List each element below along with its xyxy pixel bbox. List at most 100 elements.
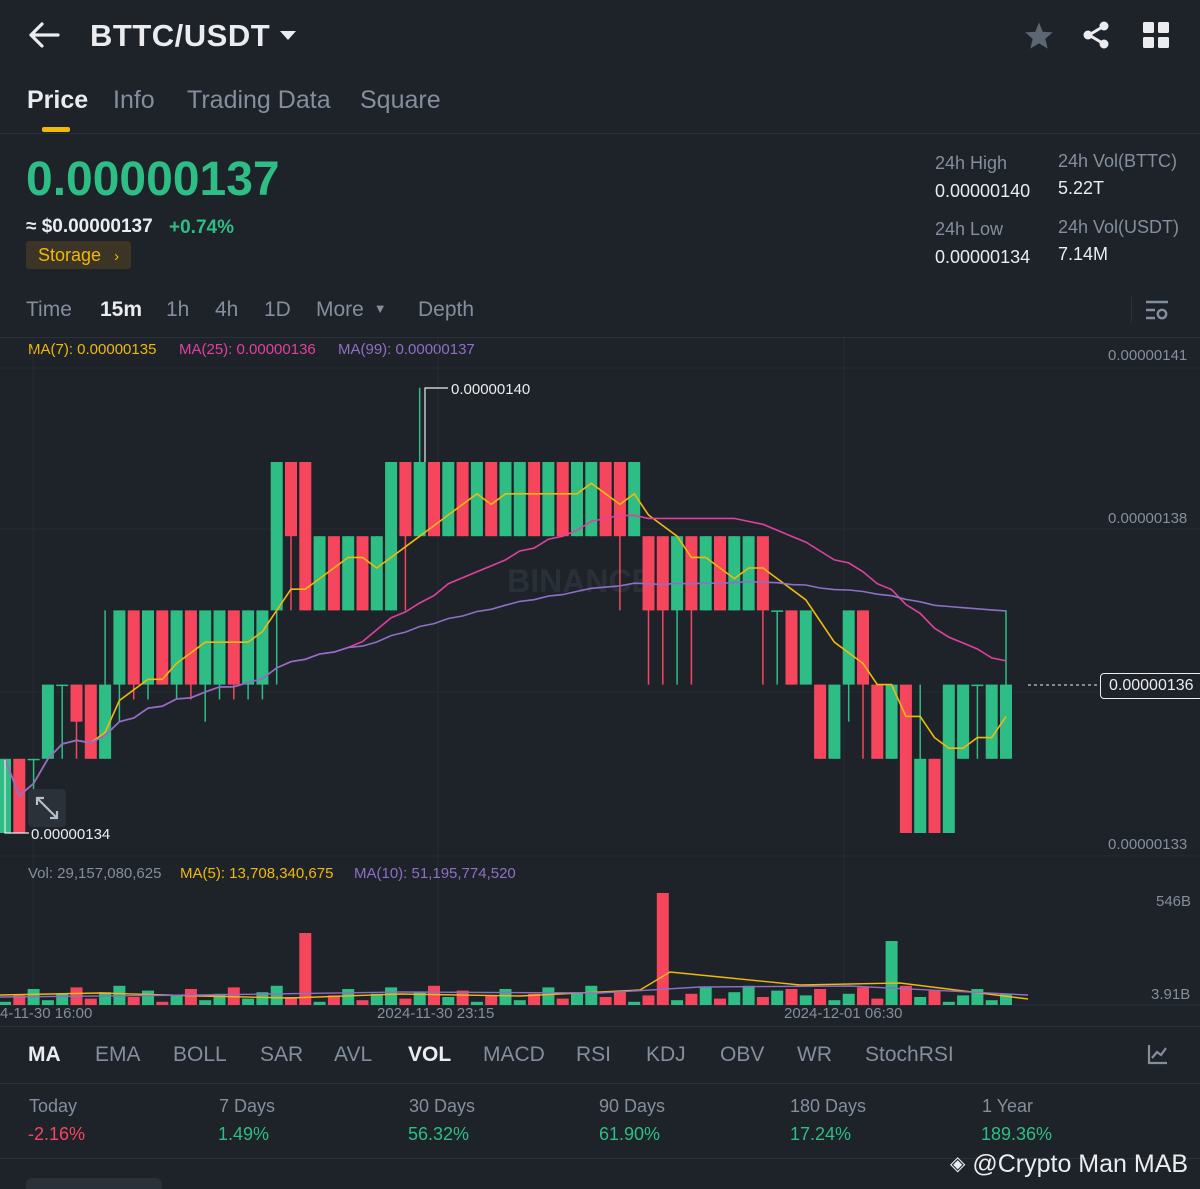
- candle-body: [842, 610, 855, 685]
- ind-ma[interactable]: MA: [28, 1043, 61, 1067]
- ind-vol[interactable]: VOL: [408, 1043, 451, 1067]
- ind-sar[interactable]: SAR: [260, 1043, 303, 1067]
- volume-bar: [571, 992, 583, 1005]
- ind-avl[interactable]: AVL: [334, 1043, 372, 1067]
- perf-today-value: -2.16%: [28, 1124, 86, 1144]
- perf-30d-value: 56.32%: [408, 1124, 470, 1144]
- tab-price[interactable]: Price: [27, 86, 88, 115]
- perf-180d-value: 17.24%: [790, 1124, 852, 1144]
- ind-boll[interactable]: BOLL: [173, 1043, 227, 1067]
- tab-info[interactable]: Info: [113, 86, 155, 115]
- candle-body: [485, 462, 498, 537]
- candle-body: [499, 462, 512, 537]
- volume-bar: [785, 989, 798, 1005]
- indicator-settings-icon[interactable]: [1147, 1043, 1169, 1065]
- candle-body: [728, 536, 741, 611]
- caret-down-icon[interactable]: [279, 30, 297, 41]
- vol-quote-label: 24h Vol(USDT): [1058, 217, 1180, 237]
- volume-bar: [656, 893, 669, 1005]
- candle-body: [313, 536, 326, 611]
- candle-body: [170, 610, 183, 685]
- volume-bar: [299, 933, 312, 1005]
- ind-ema[interactable]: EMA: [95, 1043, 141, 1067]
- candle-body: [556, 462, 569, 537]
- tab-trading-data[interactable]: Trading Data: [187, 86, 331, 115]
- volume-bar: [642, 995, 655, 1005]
- x-label-1: 4-11-30 16:00: [0, 1005, 93, 1022]
- tf-more[interactable]: More ▼: [316, 298, 387, 322]
- candle-body: [227, 610, 240, 685]
- candle-body: [799, 610, 812, 685]
- candle-body: [714, 536, 726, 611]
- volume-bar: [313, 1001, 326, 1005]
- volume-bar: [628, 1001, 641, 1005]
- vol-y-label-bottom: 3.91B: [1151, 986, 1191, 1003]
- fullscreen-button[interactable]: [28, 789, 66, 827]
- tf-15m[interactable]: 15m: [100, 298, 142, 322]
- volume-bar: [199, 1000, 212, 1005]
- chart-settings-icon[interactable]: [1145, 299, 1169, 321]
- volume-bar: [914, 997, 927, 1005]
- volume-bar: [213, 993, 226, 1005]
- perf-today-label: Today: [29, 1096, 78, 1116]
- share-icon[interactable]: [1081, 20, 1111, 50]
- candlestick-chart[interactable]: BINANCE 0.00000140 0.00000134: [0, 338, 1200, 1028]
- back-arrow-icon[interactable]: [28, 22, 60, 48]
- low-value: 0.00000134: [935, 247, 1031, 267]
- low-label: 24h Low: [935, 219, 1004, 239]
- volume-bar: [485, 995, 498, 1005]
- volume-bar: [242, 998, 255, 1005]
- vol-y-label-top: 546B: [1156, 893, 1192, 910]
- price-change: +0.74%: [169, 217, 234, 238]
- expand-icon: [35, 796, 59, 820]
- tf-4h[interactable]: 4h: [215, 298, 238, 322]
- volume-bar: [771, 990, 784, 1005]
- current-price-tag: 0.00000136: [1100, 673, 1200, 699]
- star-icon[interactable]: [1024, 21, 1054, 50]
- bottom-sheet-handle: [26, 1178, 162, 1189]
- candle-body: [571, 462, 583, 537]
- ind-wr[interactable]: WR: [797, 1043, 832, 1067]
- tf-1d[interactable]: 1D: [264, 298, 291, 322]
- ind-rsi[interactable]: RSI: [576, 1043, 611, 1067]
- candle-body: [56, 684, 69, 687]
- perf-7d-value: 1.49%: [218, 1124, 270, 1144]
- pair-title[interactable]: BTTC/USDT: [90, 18, 270, 54]
- volume-bar: [542, 987, 555, 1005]
- tf-depth[interactable]: Depth: [418, 298, 474, 322]
- ind-obv[interactable]: OBV: [720, 1043, 764, 1067]
- tf-1h[interactable]: 1h: [166, 298, 189, 322]
- indicator-top-border: [0, 1026, 1200, 1027]
- candle-body: [413, 462, 426, 537]
- ind-macd[interactable]: MACD: [483, 1043, 545, 1067]
- x-label-2: 2024-11-30 23:15: [377, 1005, 495, 1022]
- y-label-mid: 0.00000138: [1108, 510, 1188, 527]
- perf-90d-value: 61.90%: [599, 1124, 661, 1144]
- volume-bar: [742, 985, 755, 1005]
- ind-kdj[interactable]: KDJ: [646, 1043, 686, 1067]
- volume-bar: [156, 1001, 169, 1005]
- y-label-top: 0.00000141: [1108, 347, 1188, 364]
- usd-price: ≈ $0.00000137: [26, 216, 153, 237]
- category-tag-label: Storage: [38, 245, 102, 265]
- category-tag[interactable]: Storage ›: [26, 241, 132, 269]
- ind-stochrsi[interactable]: StochRSI: [865, 1043, 954, 1067]
- candle-body: [771, 610, 784, 612]
- volume-bar: [613, 990, 626, 1005]
- grid-icon[interactable]: [1143, 22, 1170, 49]
- tf-time[interactable]: Time: [26, 298, 72, 322]
- candle-body: [84, 684, 97, 759]
- vol-ma10-legend: MA(10): 51,195,774,520: [354, 865, 516, 882]
- candle-body: [127, 610, 140, 685]
- vol-base-value: 5.22T: [1058, 178, 1105, 198]
- tab-square[interactable]: Square: [360, 86, 441, 115]
- candle-body: [356, 536, 369, 611]
- volume-bar: [599, 997, 612, 1005]
- top-bar: BTTC/USDT: [0, 0, 1200, 70]
- volume-bar: [556, 998, 569, 1005]
- volume-bar: [957, 995, 970, 1005]
- candle-body: [470, 462, 483, 537]
- candle-body: [285, 462, 297, 537]
- vol-legend: Vol: 29,157,080,625: [28, 865, 162, 882]
- high-label: 24h High: [935, 153, 1008, 173]
